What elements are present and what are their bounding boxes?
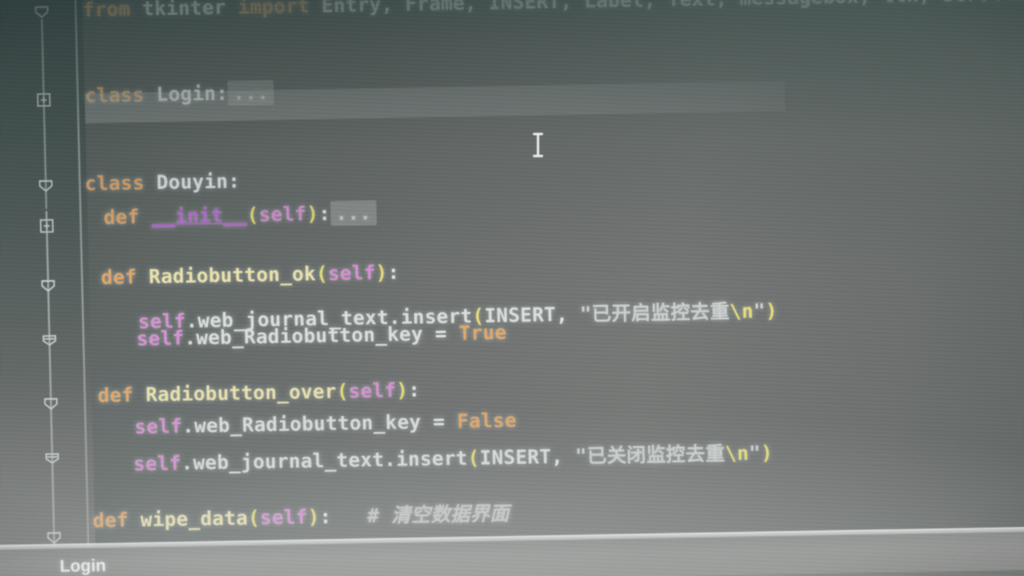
code-line-insert-close[interactable]: self.web_journal_text.insert(INSERT, "已关… [133,436,773,476]
folded-body-ellipsis[interactable]: ... [330,200,377,227]
arg-insert: INSERT [479,445,552,470]
paren-close: ) [396,378,409,402]
module-name: tkinter [142,0,227,21]
method-name-init: __init__ [151,203,248,229]
keyword-def: def [103,205,140,229]
paren-open: ( [247,506,261,530]
code-area[interactable]: import ImageTk from tkinter import Entry… [82,0,1024,576]
code-line-def-init[interactable]: def __init__(self):... [103,200,377,229]
paren-open: ( [467,446,480,470]
self-keyword: self [134,414,183,439]
method-name: wipe_data [140,506,249,532]
colon: : [319,505,332,529]
breadcrumb-item-login[interactable]: Login [60,556,107,576]
fold-expand-icon[interactable] [38,217,56,235]
keyword-def: def [92,508,129,533]
paren-close: ) [307,505,320,529]
attribute-chain: .web_Radiobutton_key [182,410,422,438]
import-names: Entry, Frame, INSERT, Label, Text, messa… [321,0,1024,17]
comma: , [550,444,576,469]
keyword-def: def [100,265,138,290]
fold-collapse-icon[interactable] [39,277,57,295]
screen-photo: 5 6 7 8 1 2 3 4 8 [0,0,1024,576]
self-keyword: self [133,451,182,476]
code-line-key-false[interactable]: self.web_Radiobutton_key = False [134,409,517,439]
keyword-class: class [84,171,145,196]
fold-collapse-icon[interactable] [40,331,58,349]
class-name: Douyin: [156,169,241,195]
fold-collapse-icon[interactable] [37,177,55,195]
quote-close: " [748,441,762,465]
code-line-def-radiobutton-over[interactable]: def Radiobutton_over(self): [98,378,421,407]
string-literal-cn: 已关闭监控去重 [586,442,726,468]
text-ibeam-cursor [530,132,546,162]
param-self: self [327,261,376,286]
keyword-import: import [237,0,310,19]
paren-open: ( [336,379,349,403]
code-line-def-radiobutton-ok[interactable]: def Radiobutton_ok(self): [101,261,400,289]
method-name: Radiobutton_over [145,379,337,407]
keyword-def: def [97,383,134,408]
param-self: self [348,378,397,403]
escape-newline: \n [729,299,754,324]
fold-collapse-icon[interactable] [33,3,51,21]
boolean-literal: False [456,408,517,433]
paren-open: ( [246,203,260,227]
string-literal-cn: 已开启监控去重 [591,300,730,326]
param-self: self [258,202,307,227]
inline-comment: # 清空数据界面 [367,501,510,528]
paren-close: ) [760,441,774,465]
param-self: self [259,505,308,530]
fold-collapse-icon[interactable] [42,395,60,413]
attribute-chain: .web_journal_text.insert [180,446,468,475]
escape-newline: \n [724,441,750,466]
colon: : [387,260,400,285]
paren-close: ) [375,261,388,285]
fold-expand-icon[interactable] [35,91,53,109]
colon: : [318,202,331,226]
quote-open: " [579,302,593,326]
paren-close: ) [765,299,778,323]
comma: , [555,302,581,327]
quote-close: " [753,299,766,323]
colon: : [407,378,421,402]
quote-open: " [574,444,588,468]
boolean-literal: True [458,320,507,345]
method-name: Radiobutton_ok [148,262,317,289]
fold-collapse-icon[interactable] [43,449,61,467]
keyword-from: from [82,0,131,22]
code-line-import-tkinter[interactable]: from tkinter import Entry, Frame, INSERT… [82,0,1024,21]
paren-open: ( [315,262,329,286]
code-line-class-douyin[interactable]: class Douyin: [85,170,241,196]
paren-close: ) [306,202,319,226]
editor-screen: 5 6 7 8 1 2 3 4 8 [0,0,1024,576]
attribute-chain: .web_Radiobutton_key [183,322,424,350]
code-line-def-wipe-data[interactable]: def wipe_data(self): # 清空数据界面 [92,497,509,533]
self-keyword: self [136,326,185,351]
